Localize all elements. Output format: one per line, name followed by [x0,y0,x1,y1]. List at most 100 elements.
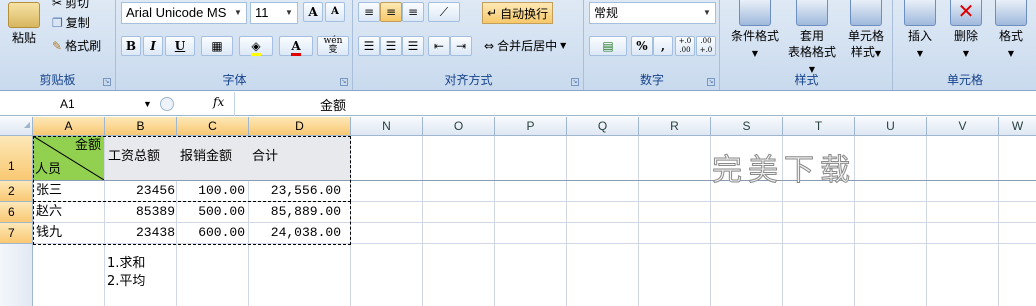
row-header-1[interactable]: 1 [0,136,33,181]
gridline [998,136,999,306]
format-painter-button[interactable]: ✎ 格式刷 [52,37,101,54]
copy-button[interactable]: ❐ 复制 [52,14,90,31]
column-header-a[interactable]: A [33,117,105,136]
align-center-icon: ☰ [385,39,397,53]
font-launcher-icon[interactable]: ↘ [340,78,348,86]
note-sum[interactable]: 1.求和 [107,255,145,273]
align-middle-button[interactable]: ≡ [380,2,402,22]
orientation-button[interactable]: ⟋ [428,2,460,22]
increase-indent-button[interactable]: ⇥ [450,36,472,56]
row-header-2[interactable]: 2 [0,181,33,202]
column-header-n[interactable]: N [351,117,423,136]
column-header-d[interactable]: D [249,117,351,136]
row-header-6[interactable]: 6 [0,202,33,223]
paste-button[interactable]: 粘贴 [6,2,42,46]
column-header-c[interactable]: C [177,117,249,136]
alignment-group: ≡ ≡ ≡ ⟋ ↵ 自动换行 ☰ ☰ ☰ ⇤ ⇥ ⇔ 合并后居中 ▼ 对齐方式 ↘ [354,0,584,90]
row-header-8[interactable] [0,244,33,306]
number-format-value: 常规 [594,6,619,20]
conditional-format-icon [739,0,771,26]
number-launcher-icon[interactable]: ↘ [707,78,715,86]
paste-label: 粘贴 [11,31,36,45]
align-bottom-icon: ≡ [407,5,419,19]
row-header-7[interactable]: 7 [0,223,33,244]
column-header-v[interactable]: V [927,117,999,136]
column-header-s[interactable]: S [711,117,783,136]
clipboard-group-label: 剪贴板 [39,73,76,87]
bold-button[interactable]: B [121,36,141,56]
chevron-down-icon: ▼ [916,49,924,58]
delete-label: 删除 [953,29,978,43]
chevron-down-icon: ▼ [560,41,567,50]
gridline [710,136,711,306]
conditional-format-button[interactable]: 条件格式 ▼ [727,0,783,62]
percent-button[interactable]: % [631,36,653,56]
font-color-button[interactable]: A [279,36,313,56]
format-as-table-label-2: 表格格式 [787,45,836,59]
phonetic-button[interactable]: wén 变 [317,36,349,56]
wrap-text-label: 自动换行 [500,6,549,21]
align-top-icon: ≡ [363,5,375,19]
grow-font-button[interactable]: A [303,2,323,22]
cell-styles-button[interactable]: 单元格 样式▼ [841,0,891,62]
delete-button[interactable]: ✕ 删除 ▼ [944,0,988,62]
decrease-decimal-button[interactable]: .00 +.0 [696,36,716,56]
wrap-text-button[interactable]: ↵ 自动换行 [482,2,554,24]
styles-group-label: 样式 [794,73,819,87]
orientation-icon: ⟋ [439,5,449,19]
number-group: 常规 ▼ ▤ % , +.0 .00 .00 +.0 数字 ↘ [585,0,720,90]
chevron-down-icon: ▼ [1007,49,1015,58]
align-right-button[interactable]: ☰ [402,36,424,56]
underline-button[interactable]: U [165,36,195,56]
name-box[interactable]: A1 ▼ [0,94,155,114]
gridline [638,136,639,306]
alignment-launcher-icon[interactable]: ↘ [571,78,579,86]
italic-button[interactable]: I [143,36,163,56]
format-as-table-button[interactable]: 套用 表格格式▼ [785,0,839,78]
cut-button[interactable]: ✂ 剪切 [52,0,89,11]
merge-center-button[interactable]: ⇔ 合并后居中 ▼ [484,37,566,54]
column-header-o[interactable]: O [423,117,495,136]
column-header-t[interactable]: T [783,117,855,136]
insert-function-button[interactable]: fx [213,95,224,109]
conditional-format-label: 条件格式 [730,29,779,43]
align-bottom-button[interactable]: ≡ [402,2,424,22]
currency-icon: ▤ [602,39,614,53]
decrease-indent-button[interactable]: ⇤ [428,36,450,56]
align-left-button[interactable]: ☰ [358,36,380,56]
worksheet-grid[interactable]: ◢ A B C D N O P Q R S T U V W 1 2 6 7 金额… [0,117,1036,306]
increase-decimal-button[interactable]: +.0 .00 [675,36,695,56]
column-header-w[interactable]: W [999,117,1036,136]
note-average[interactable]: 2.平均 [107,273,145,291]
font-size-combo[interactable]: 11 ▼ [250,2,298,24]
column-header-q[interactable]: Q [567,117,639,136]
font-name-combo[interactable]: Arial Unicode MS ▼ [121,2,247,24]
formula-bar-handle[interactable] [160,97,174,111]
font-size-value: 11 [255,5,269,20]
currency-button[interactable]: ▤ [589,36,627,56]
shrink-font-button[interactable]: A [325,2,345,22]
fill-color-button[interactable]: ◈ [239,36,273,56]
number-format-combo[interactable]: 常规 ▼ [589,2,716,24]
font-group: Arial Unicode MS ▼ 11 ▼ A A B I U ▦ ◈ A wé… [117,0,353,90]
copy-marquee-bottom [33,201,351,245]
styles-group: 条件格式 ▼ 套用 表格格式 ▼ 单元格 样式▼ 样式 [721,0,893,90]
column-header-r[interactable]: R [639,117,711,136]
format-button[interactable]: 格式 ▼ [990,0,1032,62]
table-format-icon [796,0,828,26]
border-button[interactable]: ▦ [201,36,233,56]
column-header-b[interactable]: B [105,117,177,136]
chevron-down-icon[interactable]: ▼ [143,94,152,114]
formula-input[interactable]: 金额 [320,95,346,114]
align-top-button[interactable]: ≡ [358,2,380,22]
column-header-p[interactable]: P [495,117,567,136]
select-all-corner[interactable]: ◢ [0,117,33,136]
align-center-button[interactable]: ☰ [380,36,402,56]
gridline [422,136,423,306]
comma-button[interactable]: , [653,36,673,56]
merge-icon: ⇔ [484,38,495,53]
clipboard-launcher-icon[interactable]: ↘ [103,78,111,86]
indent-icon: ⇥ [455,39,467,53]
insert-button[interactable]: 插入 ▼ [898,0,942,62]
column-header-u[interactable]: U [855,117,927,136]
